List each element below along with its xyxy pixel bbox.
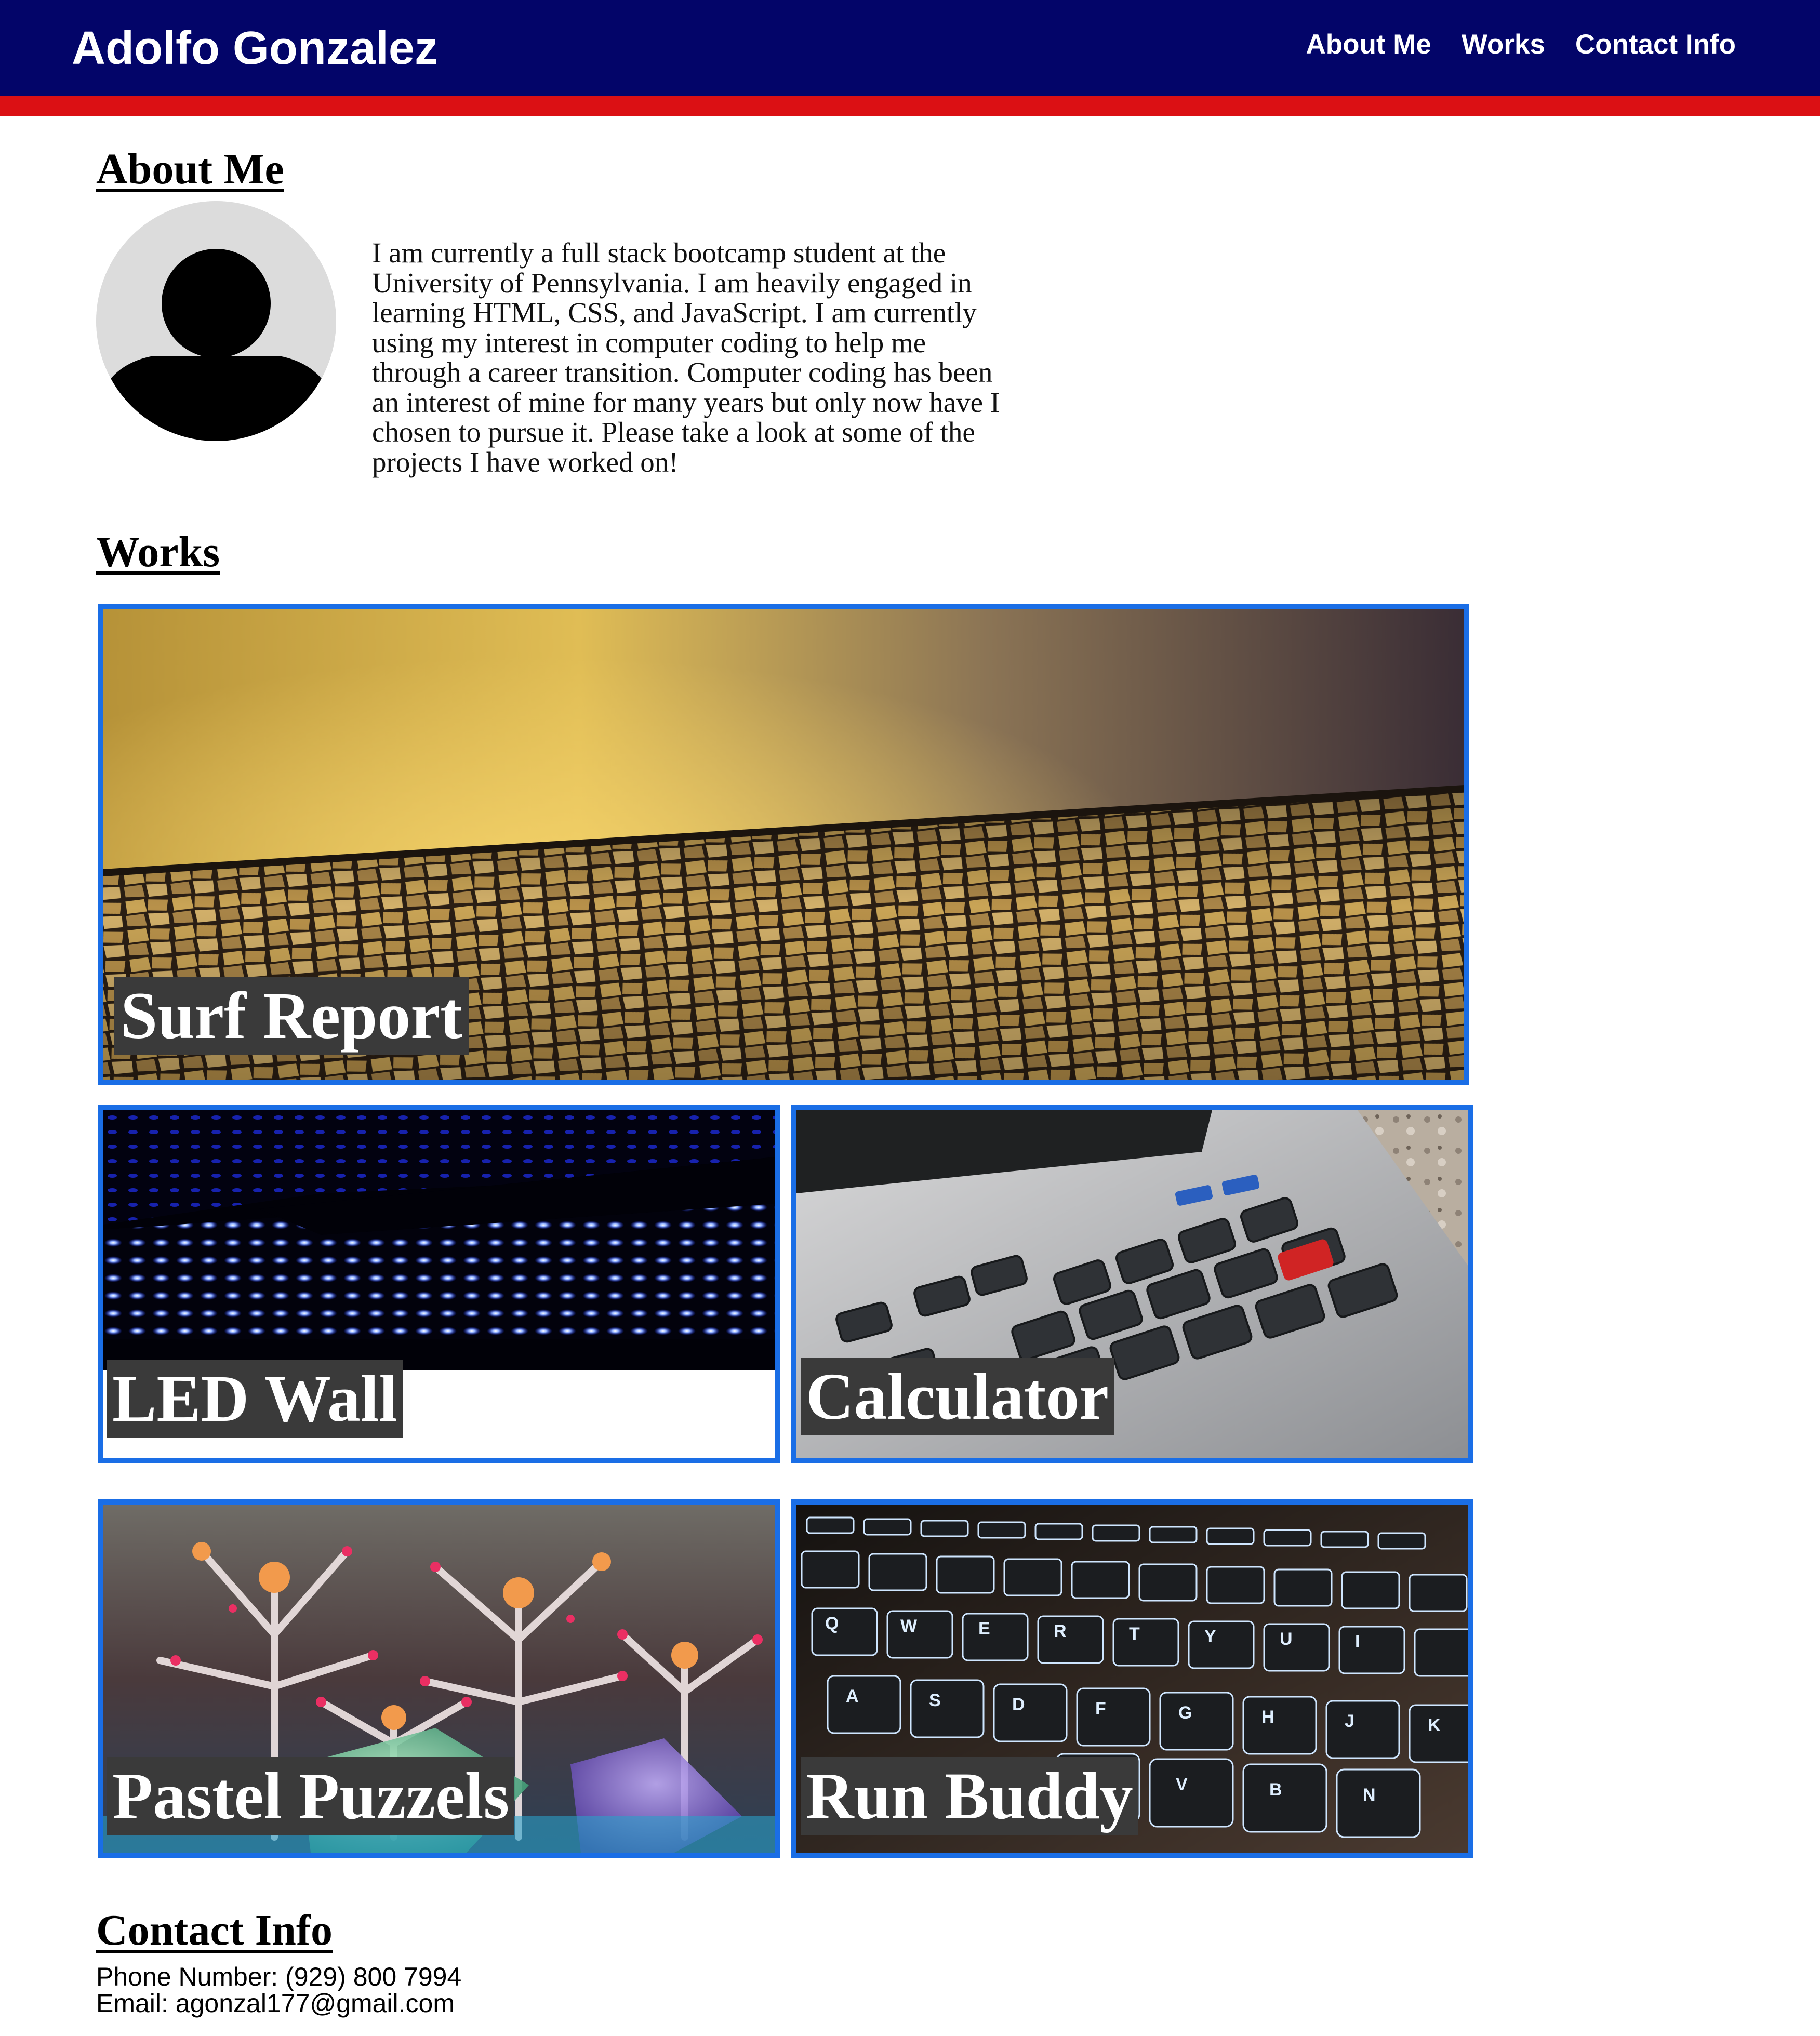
svg-text:E: E (978, 1619, 990, 1639)
svg-text:Q: Q (825, 1614, 839, 1633)
svg-text:T: T (1129, 1624, 1140, 1644)
project-title: Calculator (801, 1358, 1114, 1435)
main-nav: About Me Works Contact Info (1306, 24, 1736, 65)
avatar (96, 201, 336, 441)
project-title: LED Wall (107, 1360, 403, 1438)
svg-text:R: R (1054, 1621, 1067, 1641)
site-header: Adolfo Gonzalez About Me Works Contact I… (0, 0, 1820, 116)
svg-text:D: D (1012, 1695, 1025, 1714)
svg-text:N: N (1363, 1785, 1376, 1805)
svg-text:J: J (1345, 1711, 1354, 1731)
svg-text:K: K (1428, 1715, 1441, 1735)
svg-text:U: U (1280, 1629, 1293, 1649)
work-card-surf-report[interactable]: Surf Report (98, 604, 1469, 1085)
svg-text:W: W (900, 1616, 918, 1636)
works-heading: Works (96, 528, 220, 576)
work-card-led-wall[interactable]: LED Wall (98, 1105, 780, 1463)
svg-text:I: I (1355, 1632, 1360, 1652)
svg-text:H: H (1261, 1707, 1274, 1727)
project-title: Run Buddy (801, 1757, 1138, 1835)
work-card-run-buddy[interactable]: QWE RTY UI ASD FGH JK CVB N Run Buddy (791, 1499, 1473, 1858)
work-card-calculator[interactable]: Calculator (791, 1105, 1473, 1463)
svg-text:B: B (1269, 1780, 1282, 1800)
profile-placeholder-icon (96, 201, 336, 441)
nav-link-works[interactable]: Works (1462, 24, 1545, 65)
about-text: I am currently a full stack bootcamp stu… (372, 237, 1000, 478)
svg-text:Y: Y (1204, 1627, 1216, 1646)
about-heading: About Me (96, 145, 284, 193)
nav-link-contact-info[interactable]: Contact Info (1575, 24, 1736, 65)
nav-link-about-me[interactable]: About Me (1306, 24, 1431, 65)
contact-phone: Phone Number: (929) 800 7994 (96, 1962, 462, 1991)
svg-text:A: A (846, 1686, 859, 1706)
work-card-pastel-puzzels[interactable]: Pastel Puzzels (98, 1499, 780, 1858)
svg-text:F: F (1095, 1699, 1106, 1719)
project-title: Surf Report (114, 977, 469, 1055)
svg-text:G: G (1178, 1703, 1192, 1723)
project-title: Pastel Puzzels (107, 1757, 515, 1835)
contact-heading: Contact Info (96, 1906, 333, 1954)
svg-text:S: S (929, 1691, 941, 1710)
site-title: Adolfo Gonzalez (72, 22, 438, 74)
contact-email[interactable]: Email: agonzal177@gmail.com (96, 1990, 455, 2017)
svg-text:V: V (1176, 1775, 1188, 1794)
blue-led-image (103, 1110, 775, 1370)
